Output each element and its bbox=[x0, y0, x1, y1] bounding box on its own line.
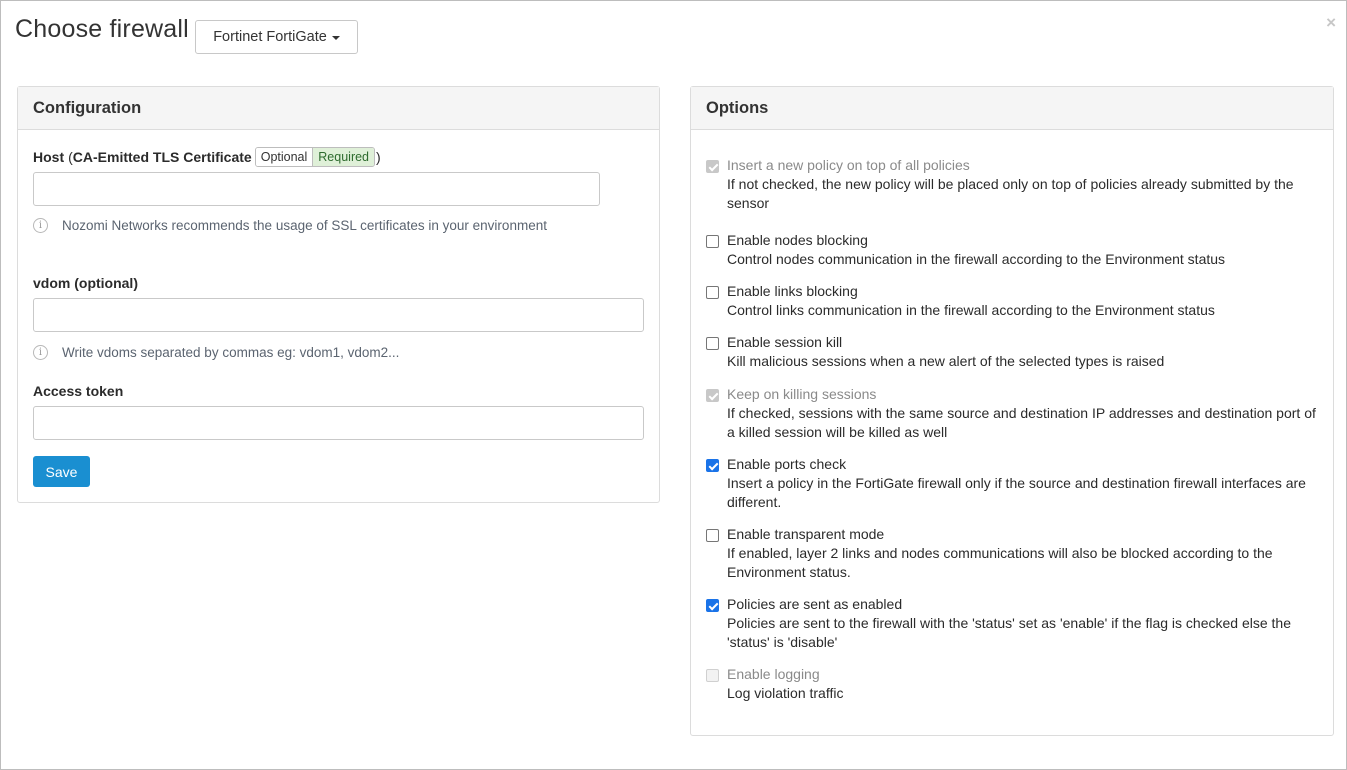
certificate-required-option[interactable]: Required bbox=[313, 148, 375, 166]
certificate-toggle: Optional Required bbox=[254, 147, 376, 167]
option-title: Policies are sent as enabled bbox=[727, 596, 903, 612]
option-title: Insert a new policy on top of all polici… bbox=[727, 157, 970, 173]
option-enable-links-blocking: Enable links blocking Control links commu… bbox=[706, 282, 1321, 320]
configuration-panel-title: Configuration bbox=[18, 87, 659, 130]
option-checkbox[interactable] bbox=[706, 160, 719, 173]
cert-label: CA-Emitted TLS Certificate bbox=[72, 149, 252, 165]
option-checkbox[interactable] bbox=[706, 235, 719, 248]
host-label-text: Host bbox=[33, 149, 65, 165]
host-input[interactable] bbox=[33, 172, 600, 206]
option-checkbox[interactable] bbox=[706, 389, 719, 402]
option-checkbox[interactable] bbox=[706, 459, 719, 472]
modal-title: Choose firewall bbox=[15, 15, 189, 43]
option-enable-session-kill: Enable session kill Kill malicious sessio… bbox=[706, 333, 1321, 371]
options-panel: Options Insert a new policy on top of al… bbox=[690, 86, 1334, 736]
vdom-hint: i Write vdoms separated by commas eg: vd… bbox=[33, 343, 633, 362]
option-title: Enable ports check bbox=[727, 456, 847, 472]
choose-firewall-modal: Choose firewall Fortinet FortiGate × Con… bbox=[0, 0, 1347, 770]
option-title: Keep on killing sessions bbox=[727, 386, 877, 402]
option-checkbox[interactable] bbox=[706, 337, 719, 350]
option-title: Enable nodes blocking bbox=[727, 232, 868, 248]
vdom-hint-text: Write vdoms separated by commas eg: vdom… bbox=[62, 345, 400, 360]
access-token-input[interactable] bbox=[33, 406, 644, 440]
option-checkbox[interactable] bbox=[706, 599, 719, 612]
host-paren-close: ) bbox=[376, 149, 381, 165]
close-button[interactable]: × bbox=[1326, 13, 1336, 33]
host-hint: i Nozomi Networks recommends the usage o… bbox=[33, 216, 553, 235]
certificate-optional-option[interactable]: Optional bbox=[255, 148, 314, 166]
option-description: Log violation traffic bbox=[727, 685, 844, 701]
option-description: Policies are sent to the firewall with t… bbox=[727, 615, 1291, 650]
option-enable-nodes-blocking: Enable nodes blocking Control nodes commu… bbox=[706, 231, 1321, 269]
option-title: Enable logging bbox=[727, 666, 820, 682]
option-title: Enable session kill bbox=[727, 334, 843, 350]
vdom-label: vdom (optional) bbox=[33, 275, 138, 291]
firewall-select-value: Fortinet FortiGate bbox=[213, 29, 327, 45]
option-title: Enable links blocking bbox=[727, 283, 858, 299]
option-checkbox[interactable] bbox=[706, 669, 719, 682]
vdom-input[interactable] bbox=[33, 298, 644, 332]
host-hint-text: Nozomi Networks recommends the usage of … bbox=[62, 218, 547, 233]
option-checkbox[interactable] bbox=[706, 286, 719, 299]
info-icon: i bbox=[33, 218, 48, 233]
option-checkbox[interactable] bbox=[706, 529, 719, 542]
firewall-select-dropdown[interactable]: Fortinet FortiGate bbox=[195, 20, 358, 54]
option-title: Enable transparent mode bbox=[727, 526, 885, 542]
options-panel-title: Options bbox=[691, 87, 1333, 130]
option-description: Kill malicious sessions when a new alert… bbox=[727, 353, 1165, 369]
option-enable-logging: Enable logging Log violation traffic bbox=[706, 665, 1321, 703]
option-description: If not checked, the new policy will be p… bbox=[727, 176, 1294, 211]
option-policies-sent-enabled: Policies are sent as enabled Policies are… bbox=[706, 595, 1321, 652]
configuration-panel: Configuration Host ( CA-Emitted TLS Cert… bbox=[17, 86, 660, 503]
caret-down-icon bbox=[331, 36, 340, 40]
option-keep-killing-sessions: Keep on killing sessions If checked, sess… bbox=[706, 385, 1321, 442]
option-description: If enabled, layer 2 links and nodes comm… bbox=[727, 545, 1273, 580]
option-description: Control nodes communication in the firew… bbox=[727, 251, 1226, 267]
option-description: Control links communication in the firew… bbox=[727, 302, 1215, 318]
access-token-label: Access token bbox=[33, 383, 124, 399]
save-button[interactable]: Save bbox=[33, 456, 90, 487]
option-enable-ports-check: Enable ports check Insert a policy in the… bbox=[706, 455, 1321, 512]
option-description: Insert a policy in the FortiGate firewal… bbox=[727, 475, 1306, 510]
host-label: Host ( CA-Emitted TLS Certificate Option… bbox=[33, 147, 381, 167]
option-insert-policy-top: Insert a new policy on top of all polici… bbox=[706, 156, 1321, 213]
option-description: If checked, sessions with the same sourc… bbox=[727, 405, 1316, 440]
info-icon: i bbox=[33, 345, 48, 360]
option-enable-transparent-mode: Enable transparent mode If enabled, layer… bbox=[706, 525, 1321, 582]
